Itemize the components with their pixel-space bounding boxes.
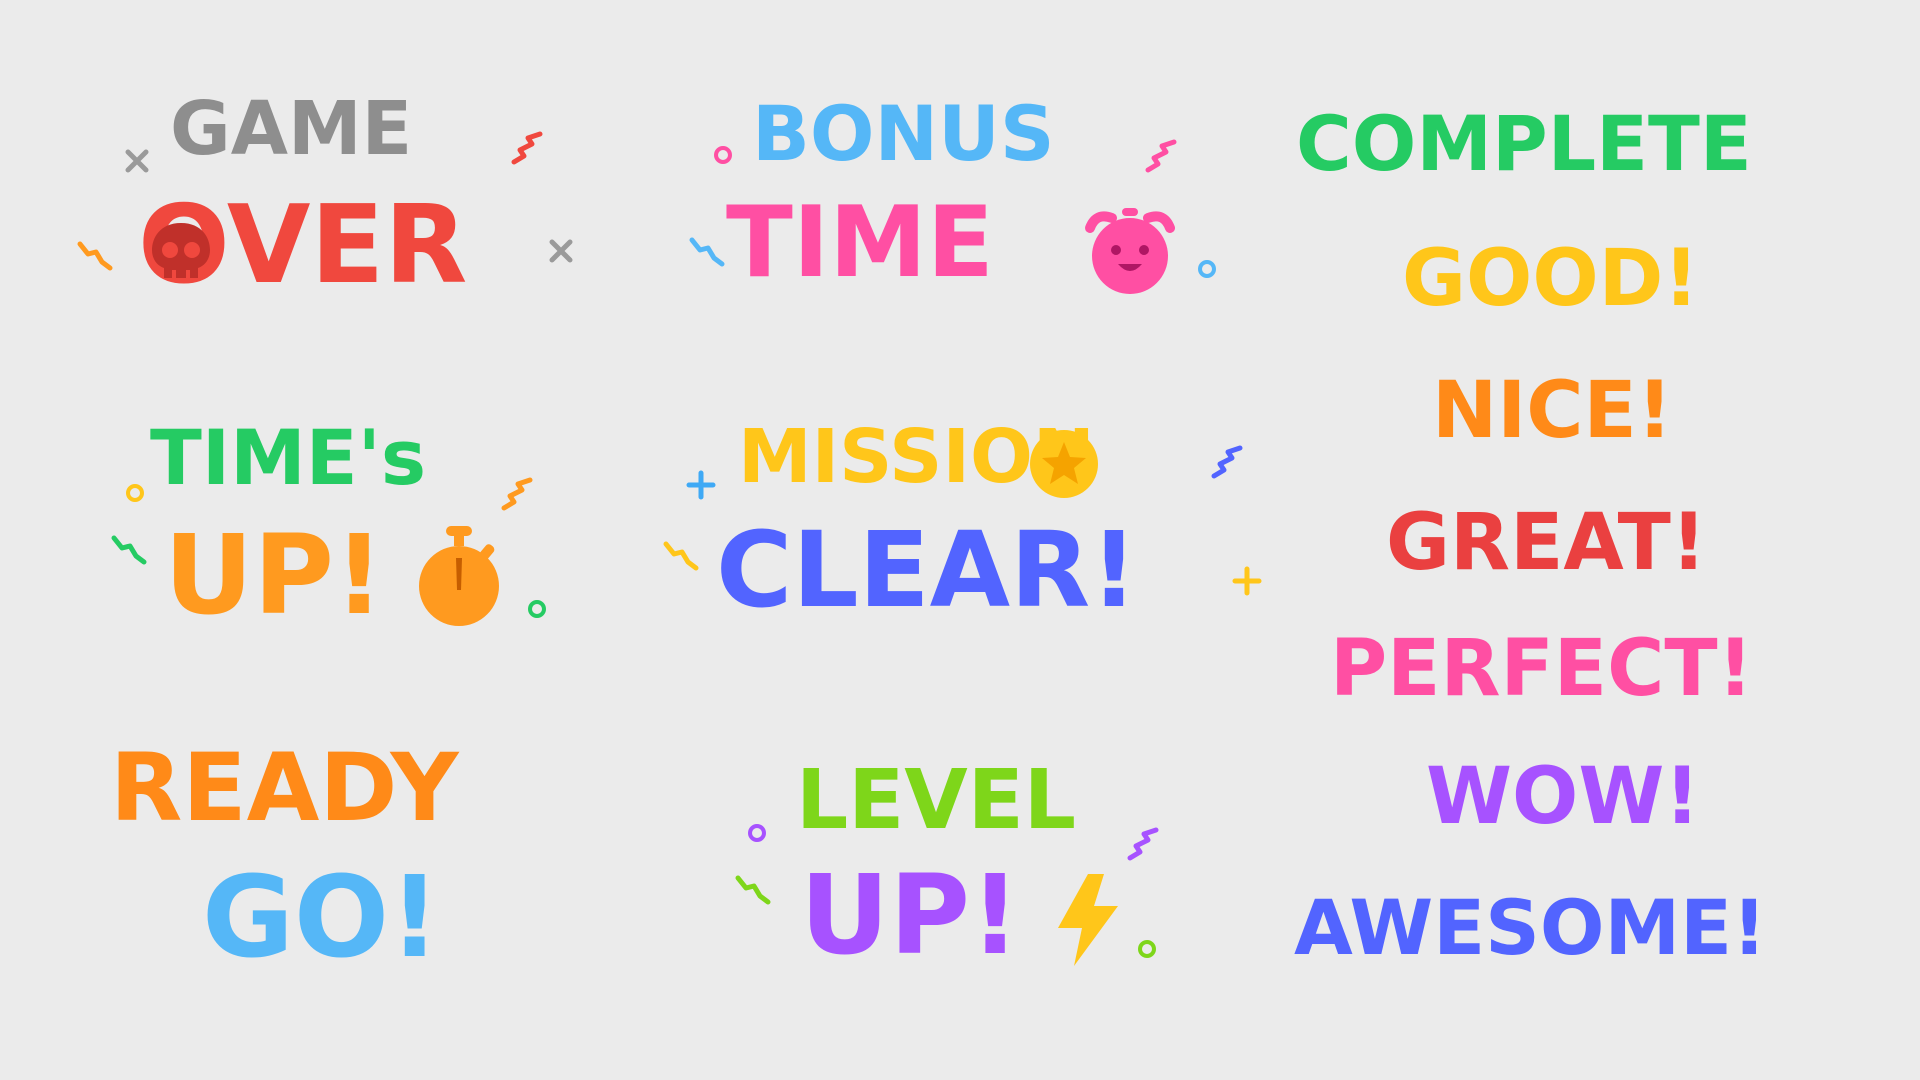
squiggle-icon — [735, 875, 771, 905]
stopwatch-icon — [419, 526, 499, 626]
skull-icon — [152, 223, 210, 278]
squiggle-icon — [511, 131, 543, 165]
word-wow: WOW! — [1426, 752, 1700, 842]
times-up-line1: TIME's — [150, 413, 427, 502]
plus-sparkle-icon — [1232, 566, 1262, 596]
sticker-sheet: { "stickers": { "game_over": { "line1": … — [0, 0, 1920, 1080]
word-good: GOOD! — [1402, 234, 1699, 324]
squiggle-icon — [663, 541, 699, 571]
star-icon — [1030, 430, 1098, 498]
word-perfect: PERFECT! — [1330, 624, 1754, 714]
lightning-bolt-icon — [1058, 874, 1118, 966]
word-awesome: AWESOME! — [1294, 883, 1767, 972]
ring-sparkle-icon — [748, 824, 766, 842]
level-up-line2: UP! — [800, 851, 1021, 979]
word-complete: COMPLETE — [1296, 99, 1752, 188]
bonus-time-line2: TIME — [726, 186, 994, 300]
squiggle-icon — [1211, 445, 1243, 479]
squiggle-icon — [77, 241, 113, 271]
ready-go-line1: READY — [110, 734, 459, 843]
word-nice: NICE! — [1432, 366, 1673, 456]
ring-sparkle-icon — [714, 146, 732, 164]
ready-go-line2: GO! — [202, 853, 441, 983]
alarm-clock-icon — [1085, 208, 1175, 294]
ring-sparkle-icon — [126, 484, 144, 502]
cross-sparkle-icon — [125, 149, 149, 173]
mission-clear-line2: CLEAR! — [716, 509, 1138, 631]
level-up-line1: LEVEL — [796, 753, 1076, 848]
squiggle-icon — [111, 535, 147, 565]
game-over-line1: GAME — [170, 86, 413, 172]
squiggle-icon — [689, 237, 725, 267]
cross-sparkle-icon — [549, 239, 573, 263]
squiggle-icon — [1145, 139, 1177, 173]
squiggle-icon — [501, 477, 533, 511]
times-up-line2: UP! — [164, 511, 385, 639]
bonus-time-line1: BONUS — [752, 89, 1055, 178]
ring-sparkle-icon — [1138, 940, 1156, 958]
word-great: GREAT! — [1386, 498, 1707, 588]
ring-sparkle-icon — [528, 600, 546, 618]
plus-sparkle-icon — [686, 470, 716, 500]
ring-sparkle-icon — [1198, 260, 1216, 278]
squiggle-icon — [1127, 827, 1159, 861]
